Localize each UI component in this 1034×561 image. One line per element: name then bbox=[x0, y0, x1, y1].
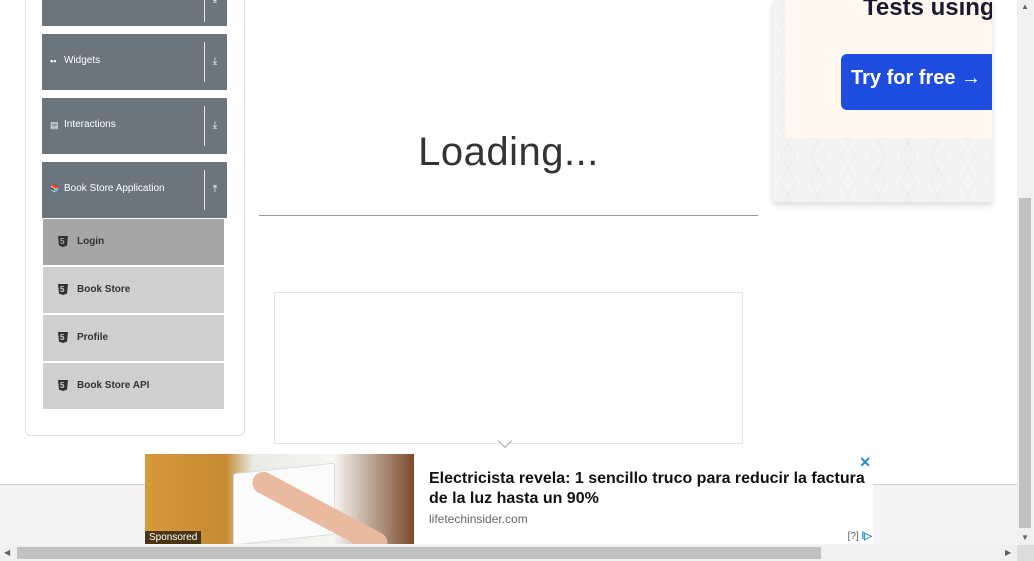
scroll-up-arrow-icon[interactable]: ▲ bbox=[1021, 2, 1029, 11]
sidebar-item-book-store-api[interactable]: Book Store API bbox=[43, 363, 224, 409]
scroll-left-arrow-icon[interactable]: ◀ bbox=[4, 548, 10, 557]
html5-icon bbox=[58, 236, 68, 247]
ad-domain[interactable]: lifetechinsider.com bbox=[429, 512, 528, 526]
widgets-grid-icon: ▪▪ bbox=[50, 56, 57, 66]
scroll-down-arrow-icon[interactable]: ▼ bbox=[1021, 533, 1029, 542]
side-ad[interactable]: Tests using A Try for free → bbox=[773, 0, 992, 202]
ad-image[interactable]: Sponsored bbox=[145, 454, 414, 544]
sidebar-item-book-store[interactable]: Book Store bbox=[43, 267, 224, 313]
sidebar-item-label: Book Store API bbox=[77, 380, 150, 391]
sidebar-item-profile[interactable]: Profile bbox=[43, 315, 224, 361]
try-for-free-button[interactable]: Try for free → bbox=[841, 54, 992, 110]
sidebar-item-login[interactable]: Login bbox=[43, 219, 224, 265]
close-icon[interactable]: ✕ bbox=[859, 454, 871, 471]
group-label: Book Store Application bbox=[64, 183, 165, 194]
library-books-icon: 📚 bbox=[50, 184, 60, 193]
vertical-scroll-thumb[interactable] bbox=[1019, 198, 1031, 528]
content-frame bbox=[274, 292, 743, 444]
sidebar-item-label: Profile bbox=[77, 332, 109, 343]
sponsored-label: Sponsored bbox=[145, 531, 202, 544]
sidebar-group-interactions[interactable]: ▤ Interactions ⤓ bbox=[42, 98, 227, 154]
vertical-scrollbar[interactable]: ▲ ▼ bbox=[1017, 0, 1034, 545]
divider bbox=[259, 215, 758, 216]
separator bbox=[204, 106, 205, 146]
html5-icon bbox=[58, 332, 68, 343]
ad-headline: Tests using A bbox=[863, 0, 992, 21]
sidebar-item-label: Book Store bbox=[77, 284, 131, 295]
sidebar-group-elements[interactable]: ⤓ bbox=[42, 0, 227, 26]
group-label: Widgets bbox=[64, 55, 101, 66]
sidebar-item-label: Login bbox=[77, 236, 105, 247]
interactions-icon: ▤ bbox=[50, 120, 59, 130]
horizontal-scrollbar[interactable]: ◀ ▶ bbox=[0, 545, 1017, 561]
adchoices-help[interactable]: [?] bbox=[848, 531, 859, 542]
separator bbox=[204, 170, 205, 210]
banner-ad[interactable]: Sponsored Electricista revela: 1 sencill… bbox=[145, 454, 873, 544]
loading-text: Loading... bbox=[418, 130, 599, 174]
scrollbar-corner bbox=[1017, 545, 1034, 561]
expand-arrow-icon[interactable]: ⤓ bbox=[209, 120, 221, 131]
sidebar-group-widgets[interactable]: ▪▪ Widgets ⤓ bbox=[42, 34, 227, 90]
collapse-arrow-icon[interactable]: ⤒ bbox=[209, 184, 221, 195]
separator bbox=[204, 0, 205, 22]
html5-icon bbox=[58, 380, 68, 391]
horizontal-scroll-thumb[interactable] bbox=[17, 547, 821, 559]
group-label: Interactions bbox=[64, 119, 116, 130]
expand-arrow-icon[interactable]: ⤓ bbox=[209, 0, 221, 5]
ad-panel: Tests using A Try for free → bbox=[785, 0, 992, 138]
expand-arrow-icon[interactable]: ⤓ bbox=[209, 56, 221, 67]
sidebar-group-book-store-application[interactable]: 📚 Book Store Application ⤒ bbox=[42, 162, 227, 218]
separator bbox=[204, 42, 205, 82]
ad-title-link[interactable]: Electricista revela: 1 sencillo truco pa… bbox=[429, 469, 869, 509]
adchoices-icon[interactable]: ⅼ▷ bbox=[862, 531, 872, 542]
html5-icon bbox=[58, 284, 68, 295]
adchoices-badge[interactable]: [?] ⅼ▷ bbox=[848, 531, 872, 542]
scroll-right-arrow-icon[interactable]: ▶ bbox=[1005, 548, 1011, 557]
